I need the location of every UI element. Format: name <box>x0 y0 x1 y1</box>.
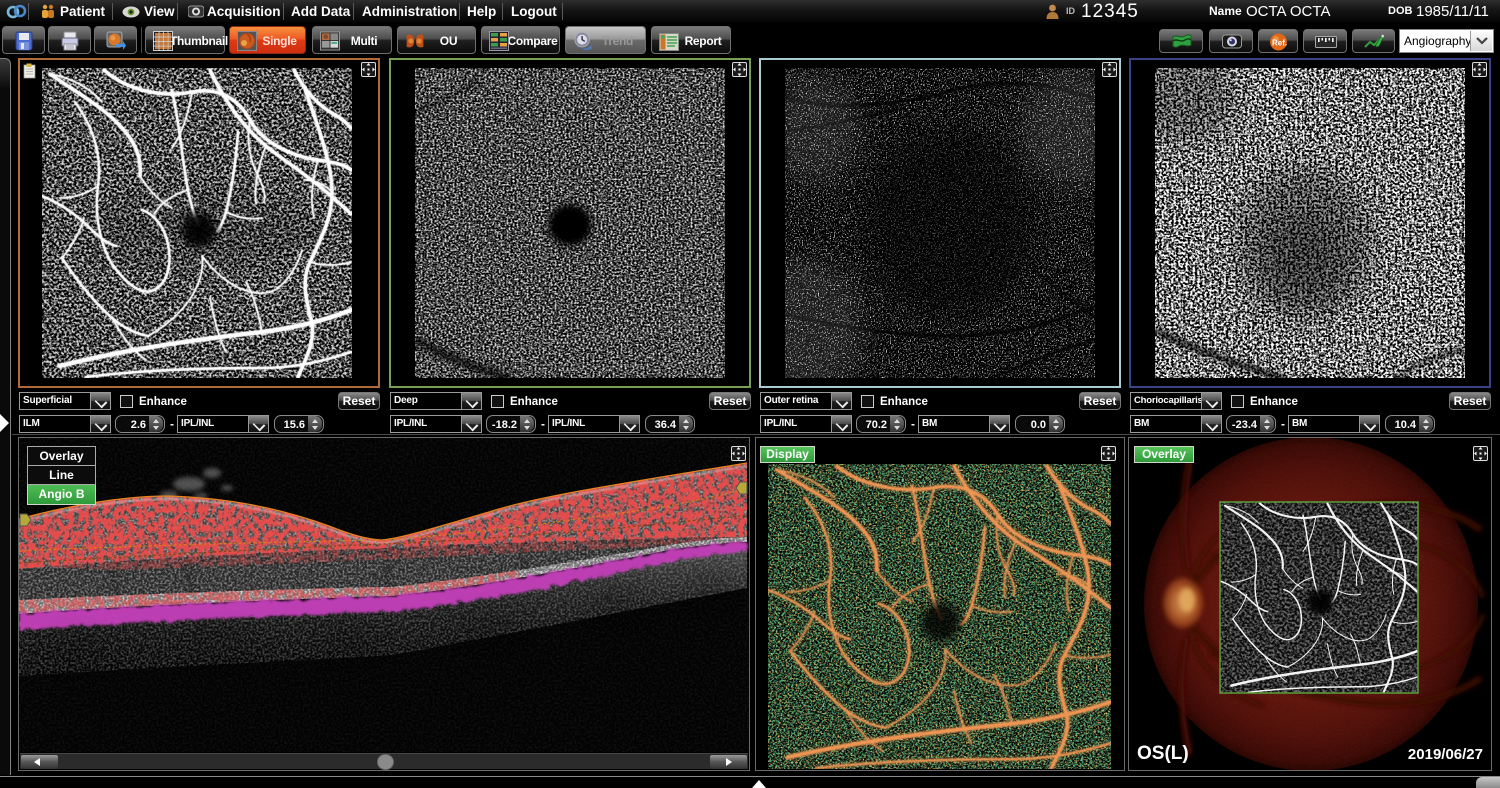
svg-text:Ref.: Ref. <box>1272 39 1287 48</box>
